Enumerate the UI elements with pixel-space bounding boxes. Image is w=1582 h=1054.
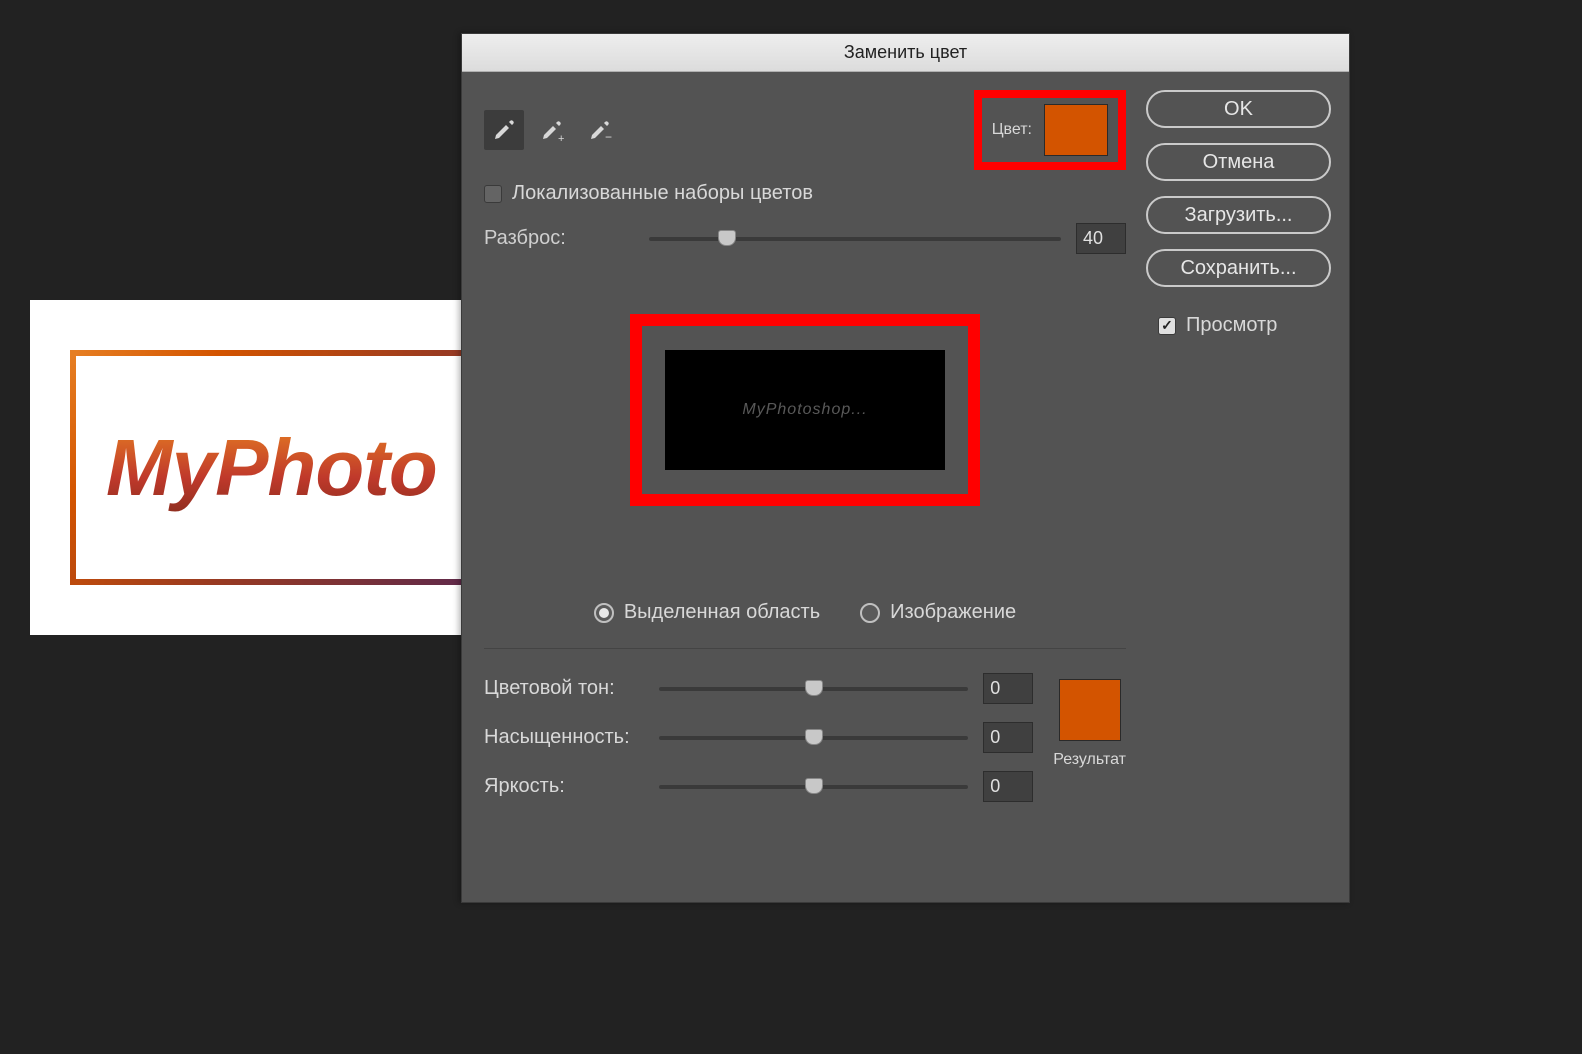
localized-clusters-checkbox[interactable] xyxy=(484,185,502,203)
result-color-swatch[interactable] xyxy=(1059,679,1121,741)
replace-color-dialog: Заменить цвет + − Цвет: Лок xyxy=(461,33,1350,903)
fuzziness-label: Разброс: xyxy=(484,227,634,250)
separator xyxy=(484,648,1126,649)
result-label: Результат xyxy=(1053,751,1126,769)
hue-slider[interactable] xyxy=(659,687,968,691)
selection-preview-highlight: MyPhotoshop... xyxy=(630,314,980,506)
sampled-color-block: Цвет: xyxy=(974,90,1126,170)
load-button[interactable]: Загрузить... xyxy=(1146,196,1331,234)
fuzziness-slider[interactable] xyxy=(649,237,1061,241)
view-image-label: Изображение xyxy=(890,601,1016,624)
logo-frame: MyPhoto xyxy=(70,350,475,585)
preview-mask-text: MyPhotoshop... xyxy=(742,401,867,419)
preview-checkbox[interactable] xyxy=(1158,317,1176,335)
hue-label: Цветовой тон: xyxy=(484,677,644,700)
preview-checkbox-label: Просмотр xyxy=(1186,314,1277,337)
dialog-title: Заменить цвет xyxy=(462,34,1349,72)
sampled-color-swatch[interactable] xyxy=(1044,104,1108,156)
dialog-body: + − Цвет: Локализованные наборы цветов Р… xyxy=(462,72,1349,902)
fuzziness-input[interactable] xyxy=(1076,223,1126,254)
color-label: Цвет: xyxy=(992,121,1032,139)
saturation-slider[interactable] xyxy=(659,736,968,740)
logo-text: MyPhoto xyxy=(106,422,437,514)
lightness-slider-thumb[interactable] xyxy=(805,778,823,794)
eyedropper-tool[interactable] xyxy=(484,110,524,150)
selection-preview[interactable]: MyPhotoshop... xyxy=(665,350,945,470)
save-button[interactable]: Сохранить... xyxy=(1146,249,1331,287)
eyedropper-minus-icon: − xyxy=(588,118,612,142)
fuzziness-slider-thumb[interactable] xyxy=(718,230,736,246)
hue-input[interactable] xyxy=(983,673,1033,704)
view-selection-label: Выделенная область xyxy=(624,601,820,624)
saturation-label: Насыщенность: xyxy=(484,726,644,749)
lightness-slider[interactable] xyxy=(659,785,968,789)
canvas-document: MyPhoto xyxy=(30,300,475,635)
svg-text:−: − xyxy=(605,130,612,142)
eyedropper-icon xyxy=(492,118,516,142)
view-image-radio[interactable] xyxy=(860,603,880,623)
eyedropper-add-tool[interactable]: + xyxy=(532,110,572,150)
svg-text:+: + xyxy=(558,133,564,142)
lightness-label: Яркость: xyxy=(484,775,644,798)
saturation-slider-thumb[interactable] xyxy=(805,729,823,745)
ok-button[interactable]: OK xyxy=(1146,90,1331,128)
eyedropper-plus-icon: + xyxy=(540,118,564,142)
hue-slider-thumb[interactable] xyxy=(805,680,823,696)
eyedropper-subtract-tool[interactable]: − xyxy=(580,110,620,150)
saturation-input[interactable] xyxy=(983,722,1033,753)
localized-clusters-label: Локализованные наборы цветов xyxy=(512,182,813,205)
cancel-button[interactable]: Отмена xyxy=(1146,143,1331,181)
lightness-input[interactable] xyxy=(983,771,1033,802)
view-selection-radio[interactable] xyxy=(594,603,614,623)
